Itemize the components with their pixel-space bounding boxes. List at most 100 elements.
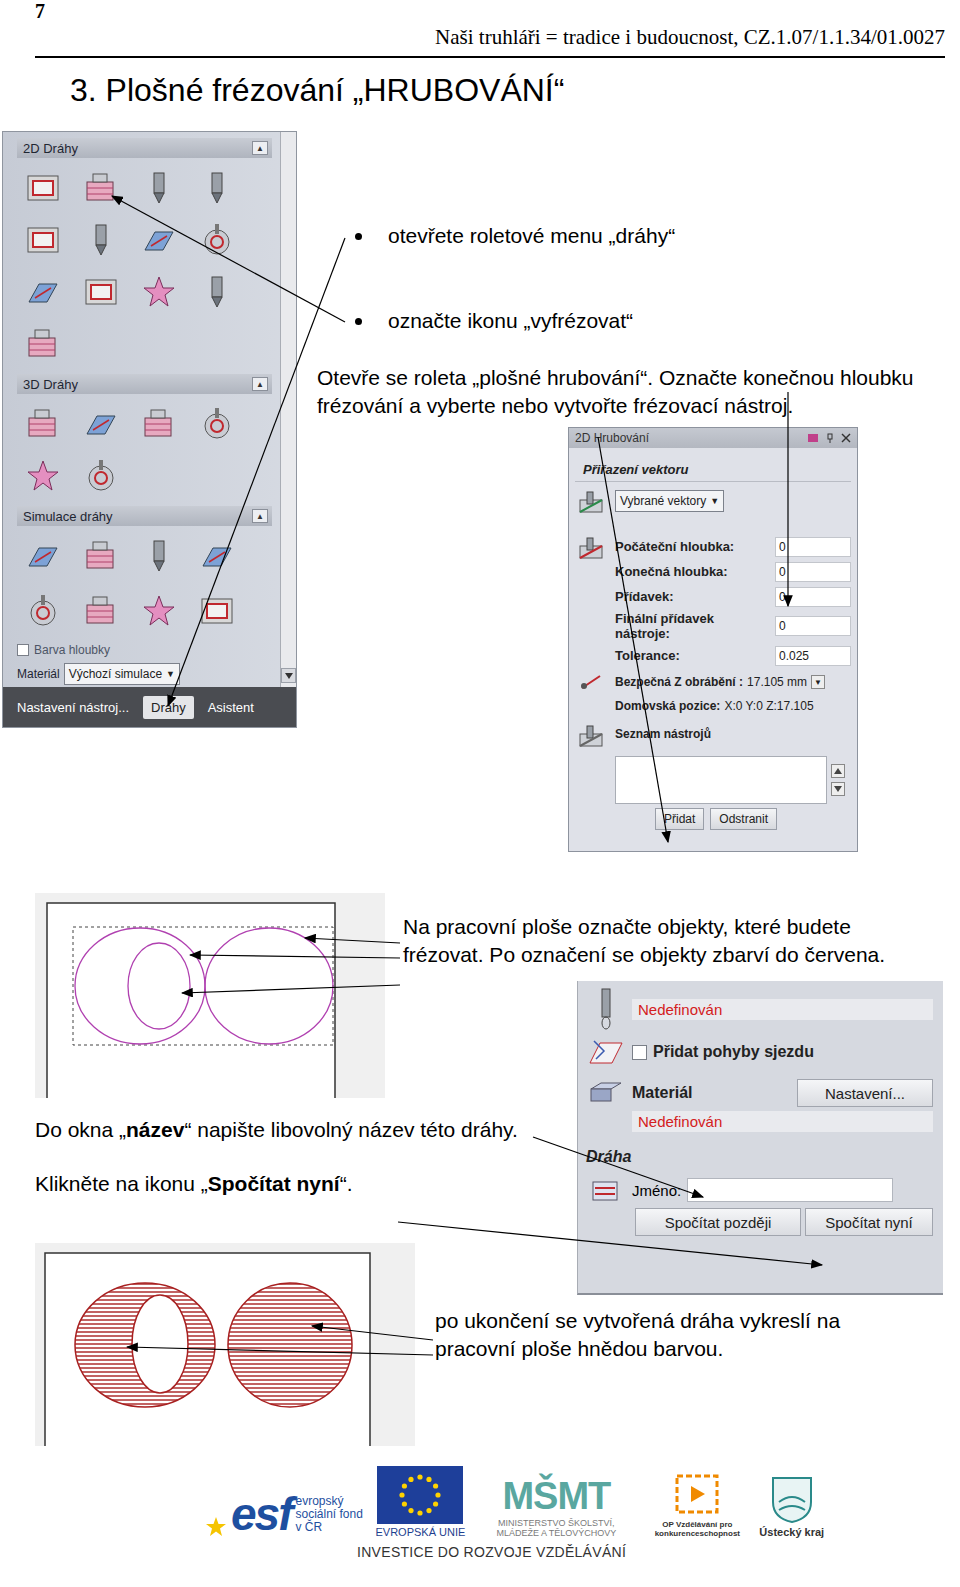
material-icon xyxy=(589,1081,623,1105)
tool-button[interactable]: Odstranit xyxy=(710,808,777,830)
calculate-button[interactable]: Spočítat nyní xyxy=(805,1208,933,1236)
material-status-row: Nedefinován xyxy=(578,1107,943,1132)
toolpath-icon[interactable] xyxy=(199,538,235,574)
move-down-button[interactable] xyxy=(831,782,845,796)
toolpath-icon[interactable] xyxy=(199,274,235,310)
pointer-arrow xyxy=(787,392,788,606)
pointer-arrow xyxy=(190,955,400,958)
toolpath-icon[interactable] xyxy=(25,326,61,362)
depth-color-checkbox[interactable]: Barva hloubky xyxy=(17,641,276,659)
down-icon[interactable] xyxy=(834,786,842,792)
toolpath-icon[interactable] xyxy=(141,406,177,442)
pointer-arrow xyxy=(312,1326,433,1340)
tool-list-area[interactable] xyxy=(615,756,827,804)
field-input[interactable]: 0 xyxy=(775,587,851,607)
ramp-checkbox[interactable] xyxy=(632,1045,647,1060)
pin-icon[interactable] xyxy=(825,433,835,443)
toolpath-icon[interactable] xyxy=(25,538,61,574)
tool-button[interactable]: Přidat xyxy=(655,808,704,830)
section-header[interactable]: 3D Dráhy▲ xyxy=(17,374,272,394)
collapse-button[interactable]: ▲ xyxy=(252,377,268,391)
book-icon[interactable] xyxy=(807,433,819,443)
field-row: Počáteční hloubka:0 xyxy=(615,536,851,557)
pointer-arrow xyxy=(533,1137,703,1197)
toolpath-icon[interactable] xyxy=(141,538,177,574)
toolpath-icon[interactable] xyxy=(83,538,119,574)
field-input[interactable]: 0 xyxy=(775,537,851,557)
toolpath-icon[interactable] xyxy=(83,170,119,206)
calculate-button[interactable]: Spočítat později xyxy=(635,1208,801,1236)
page-footer: esfevropský sociální fond v ČREVROPSKÁ U… xyxy=(0,1463,960,1568)
pointer-arrow xyxy=(598,437,668,842)
section-header[interactable]: Simulace dráhy▲ xyxy=(17,506,272,526)
tools-icon xyxy=(577,724,607,752)
bullet-item: otevřete roletové menu „dráhy“ xyxy=(317,223,947,249)
vector-select[interactable]: Vybrané vektory▼ xyxy=(615,490,724,512)
ramp-icon xyxy=(588,1039,624,1065)
toolpath-icon[interactable] xyxy=(83,593,119,629)
field-input[interactable]: 0 xyxy=(775,562,851,582)
panel-tab[interactable]: Asistent xyxy=(200,696,262,719)
toolpath-icon[interactable] xyxy=(141,170,177,206)
toolpath-icon[interactable] xyxy=(199,406,235,442)
msmt-logo: MŠMTMINISTERSTVO ŠKOLSTVÍ, MLÁDEŽE A TĚL… xyxy=(477,1476,635,1538)
tool-status-row: Nedefinován xyxy=(578,981,943,1031)
safe-z-button[interactable]: ▼ xyxy=(811,675,825,689)
field-input[interactable]: 0.025 xyxy=(775,646,851,666)
calculate-buttons: Spočítat pozdějiSpočítat nyní xyxy=(578,1204,943,1236)
toolpath-icon[interactable] xyxy=(25,406,61,442)
material-row: MateriálVýchozí simulace▼ xyxy=(17,663,276,685)
eu-logo: EVROPSKÁ UNIE xyxy=(375,1466,465,1538)
pointer-arrow xyxy=(305,938,400,943)
toolpath-icon[interactable] xyxy=(141,274,177,310)
instruction-text: Otevře se roleta „plošné hrubování“. Ozn… xyxy=(317,364,927,420)
close-icon[interactable] xyxy=(841,433,851,443)
op-icon xyxy=(669,1472,725,1518)
up-icon[interactable] xyxy=(834,768,842,774)
icon-grid xyxy=(17,526,276,641)
toolpath-panel: 2D Dráhy▲ 3D Dráhy▲ Simulace dráhy▲ Barva h… xyxy=(2,131,297,728)
material-settings-button[interactable]: Nastavení... xyxy=(797,1079,933,1107)
toolpath-icon[interactable] xyxy=(199,593,235,629)
bullet-list: otevřete roletové menu „dráhy“ označte ik… xyxy=(317,223,947,334)
icon-grid xyxy=(17,158,276,374)
toolpath-icon[interactable] xyxy=(25,222,61,258)
toolpath-icon[interactable] xyxy=(199,222,235,258)
scrollbar[interactable] xyxy=(280,132,296,687)
toolpath-icon[interactable] xyxy=(83,274,119,310)
field-input[interactable]: 0 xyxy=(775,616,851,636)
calc-step-text: Klikněte na ikonu „Spočítat nyní“. xyxy=(35,1170,540,1198)
move-up-button[interactable] xyxy=(831,764,845,778)
field-row: Přídavek:0 xyxy=(615,586,851,607)
depth-icon xyxy=(577,536,607,564)
panel-tab[interactable]: Dráhy xyxy=(143,696,194,719)
footer-tagline: INVESTICE DO ROZVOJE VZDĚLÁVÁNÍ xyxy=(357,1544,626,1560)
op-logo: OP Vzdělávání pro konkurenceschopnost xyxy=(647,1472,747,1538)
toolpath-icon[interactable] xyxy=(83,406,119,442)
toolpath-icon[interactable] xyxy=(83,222,119,258)
toolpath-icon[interactable] xyxy=(25,593,61,629)
toolpath-icon[interactable] xyxy=(83,458,119,494)
depth-fields: Počáteční hloubka:0 Konečná hloubka:0 Příd… xyxy=(575,518,851,666)
material-select[interactable]: Výchozí simulace▼ xyxy=(64,663,180,685)
toolpath-icon[interactable] xyxy=(141,222,177,258)
panel-tab[interactable]: Nastavení nástroj... xyxy=(9,696,137,719)
toolpath-icon[interactable] xyxy=(141,593,177,629)
selection-figure xyxy=(35,893,385,1098)
section-header[interactable]: 2D Dráhy▲ xyxy=(17,138,272,158)
panel-tabs: Nastavení nástroj... Dráhy Asistent xyxy=(3,687,296,727)
scroll-down-icon[interactable] xyxy=(285,673,293,679)
toolpath-icon[interactable] xyxy=(199,170,235,206)
toolpath-icon[interactable] xyxy=(25,170,61,206)
collapse-button[interactable]: ▲ xyxy=(252,509,268,523)
panel-title-bar: 2D Hrubování xyxy=(569,428,857,448)
name-input[interactable] xyxy=(687,1178,893,1202)
bullet-item: označte ikonu „vyfrézovat“ xyxy=(317,308,947,334)
tool-list-header: Seznam nástrojů xyxy=(575,716,851,752)
name-steps: Do okna „název“ napište libovolný název … xyxy=(35,1108,577,1198)
toolpath-icon[interactable] xyxy=(25,274,61,310)
toolpath-icon[interactable] xyxy=(25,458,61,494)
collapse-button[interactable]: ▲ xyxy=(252,141,268,155)
safe-z-icon xyxy=(580,672,604,690)
field-row: Konečná hloubka:0 xyxy=(615,561,851,582)
